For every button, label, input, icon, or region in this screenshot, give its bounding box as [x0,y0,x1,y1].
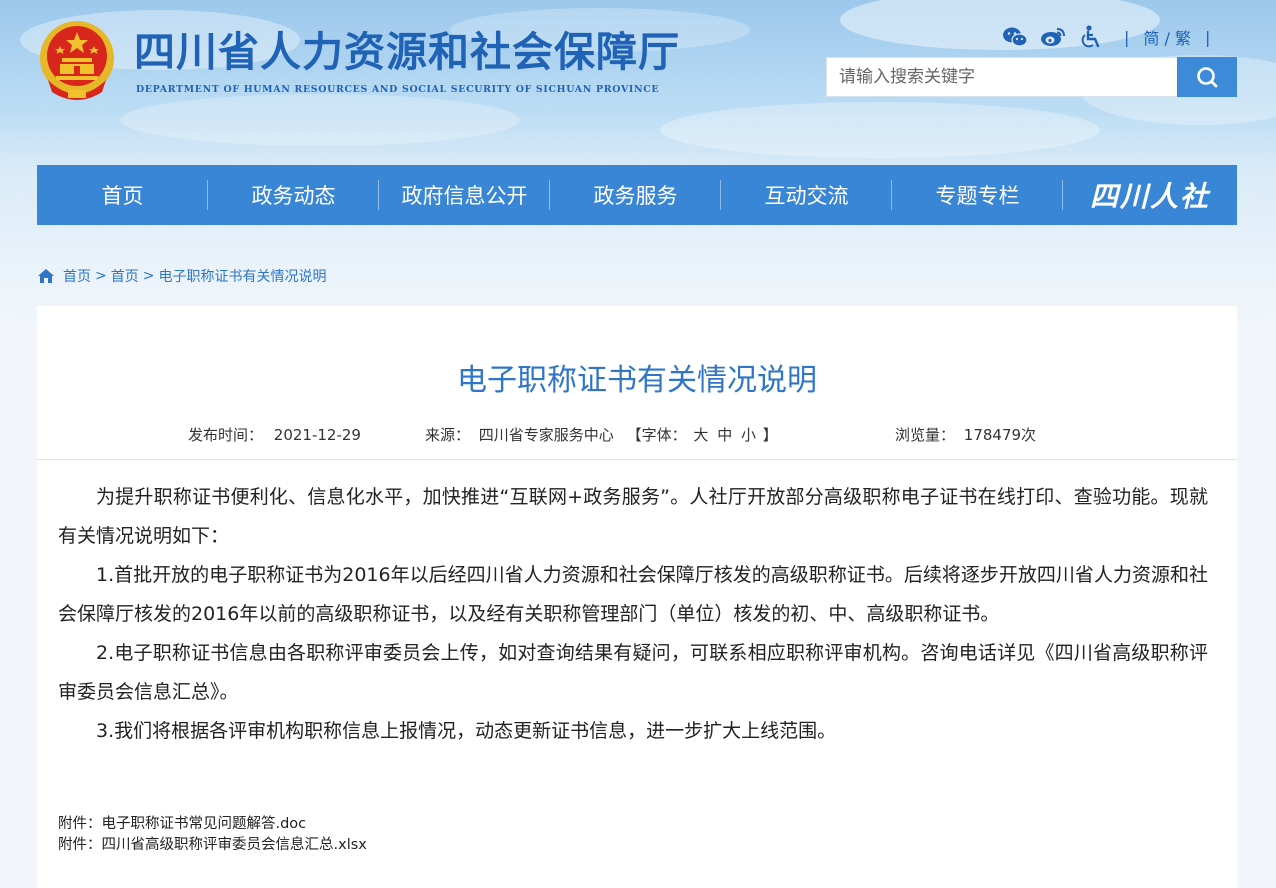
font-size-medium[interactable]: 中 [717,426,732,444]
font-size-end: 】 [762,426,778,444]
header-tools: | 简 / 繁 | [1002,24,1224,50]
attachment-link[interactable]: 电子职称证书常见问题解答.doc [102,816,307,832]
search-button[interactable] [1177,57,1237,97]
attachment-label: 附件： [58,837,102,853]
paragraph: 2.电子职称证书信息由各职称评审委员会上传，如对查询结果有疑问，可联系相应职称评… [58,642,1208,703]
nav-item-news[interactable]: 政务动态 [208,165,379,225]
publish-date: 2021-12-29 [273,426,361,444]
nav-item-info-disclosure[interactable]: 政府信息公开 [379,165,550,225]
attachment-item: 附件：四川省高级职称评审委员会信息汇总.xlsx [58,833,367,854]
breadcrumb-current[interactable]: 电子职称证书有关情况说明 [158,266,326,286]
nav-brand-logo[interactable]: 四川人社 [1063,165,1237,225]
separator: | [1204,27,1211,47]
font-size-large[interactable]: 大 [693,426,708,444]
main-nav: 首页 政务动态 政府信息公开 政务服务 互动交流 专题专栏 四川人社 [37,165,1237,225]
source-label: 来源： [425,426,471,444]
weibo-icon[interactable] [1040,25,1066,49]
search-icon [1197,67,1218,88]
article-panel: 电子职称证书有关情况说明 发布时间： 2021-12-29 来源： 四川省专家服… [37,306,1237,888]
search-box [826,57,1177,97]
paragraph: 3.我们将根据各评审机构职称信息上报情况，动态更新证书信息，进一步扩大上线范围。 [96,720,837,742]
nav-item-interaction[interactable]: 互动交流 [721,165,892,225]
breadcrumb-link-home-2[interactable]: 首页 [111,266,139,286]
separator: | [1124,27,1130,47]
nav-item-home[interactable]: 首页 [37,165,208,225]
font-size-small[interactable]: 小 [741,426,756,444]
nav-item-services[interactable]: 政务服务 [550,165,721,225]
attachment-label: 附件： [58,816,102,832]
breadcrumb-link-home[interactable]: 首页 [63,266,91,286]
paragraph: 1.首批开放的电子职称证书为2016年以后经四川省人力资源和社会保障厅核发的高级… [58,564,1208,625]
breadcrumb: 首页 > 首页 > 电子职称证书有关情况说明 [37,266,326,286]
article-title: 电子职称证书有关情况说明 [457,363,817,398]
attachment-item: 附件：电子职称证书常见问题解答.doc [58,812,306,833]
source-meta: 来源： 四川省专家服务中心 【字体： 大 中 小 】 [425,424,778,445]
views-count: 178479次 [963,426,1037,444]
wechat-icon[interactable] [1002,25,1028,49]
article-body: 为提升职称证书便利化、信息化水平，加快推进“互联网+政务服务”。人社厅开放部分高… [58,478,1208,751]
accessibility-icon[interactable] [1078,25,1104,49]
views-label: 浏览量： [895,426,956,444]
attachment-link[interactable]: 四川省高级职称评审委员会信息汇总.xlsx [102,837,367,853]
publish-label: 发布时间： [188,426,264,444]
breadcrumb-separator: > [142,268,155,284]
breadcrumb-separator: > [95,268,107,284]
source-value: 四川省专家服务中心 [478,426,614,444]
site-subtitle: DEPARTMENT OF HUMAN RESOURCES AND SOCIAL… [136,84,660,95]
language-toggle[interactable]: 简 / 繁 [1143,25,1191,49]
paragraph: 为提升职称证书便利化、信息化水平，加快推进“互联网+政务服务”。人社厅开放部分高… [58,486,1208,547]
font-size-label: 【字体： [626,426,687,444]
search-input[interactable] [839,58,1177,96]
views-meta: 浏览量： 178479次 [895,424,1036,445]
nav-item-topics[interactable]: 专题专栏 [892,165,1063,225]
home-icon[interactable] [37,268,55,284]
publish-meta: 发布时间： 2021-12-29 [188,424,361,445]
national-emblem-logo [40,21,114,100]
site-title: 四川省人力资源和社会保障厅 [134,28,680,76]
divider [37,459,1237,460]
